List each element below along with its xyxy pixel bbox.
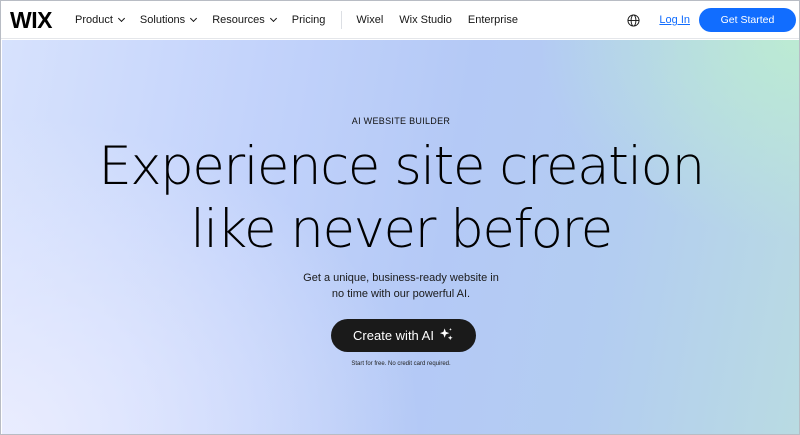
nav-item-wix-studio[interactable]: Wix Studio: [399, 14, 452, 26]
nav-item-label: Wixel: [356, 14, 384, 26]
nav-item-wixel[interactable]: Wixel: [356, 14, 383, 26]
nav-item-label: Product: [75, 14, 113, 26]
hero-subtitle: Get a unique, business-ready website in …: [2, 270, 799, 302]
wix-logo[interactable]: WIX: [10, 7, 52, 34]
headline-line-1: Experience site creation: [98, 136, 705, 197]
nav-item-label: Pricing: [291, 14, 326, 26]
nav-item-resources[interactable]: Resources: [212, 14, 277, 26]
hero-section: AI WEBSITE BUILDER Experience site creat…: [2, 40, 799, 434]
nav-item-label: Wix Studio: [399, 14, 452, 26]
subtitle-line-1: Get a unique, business-ready website in: [303, 272, 499, 284]
nav-actions: Log In Get Started: [627, 1, 796, 39]
nav-item-label: Resources: [212, 14, 265, 26]
create-with-ai-label: Create with AI: [353, 328, 434, 343]
nav-item-solutions[interactable]: Solutions: [139, 14, 198, 26]
chevron-down-icon: [117, 14, 125, 23]
headline-line-2: like never before: [190, 199, 613, 260]
create-with-ai-button[interactable]: Create with AI: [331, 319, 476, 352]
free-start-note: Start for free. No credit card required.: [351, 361, 451, 367]
nav-item-label: Solutions: [139, 14, 186, 26]
hero-eyebrow: AI WEBSITE BUILDER: [351, 116, 451, 126]
sparkle-icon: [439, 327, 454, 345]
get-started-button[interactable]: Get Started: [699, 8, 796, 32]
chevron-down-icon: [190, 14, 198, 23]
chevron-down-icon: [269, 14, 277, 23]
nav-item-product[interactable]: Product: [75, 14, 125, 26]
hero-headline: Experience site creation like never befo…: [2, 135, 799, 261]
nav-item-pricing[interactable]: Pricing: [292, 14, 326, 26]
globe-icon[interactable]: [627, 13, 640, 27]
subtitle-line-2: no time with our powerful AI.: [331, 288, 471, 300]
login-link[interactable]: Log In: [659, 14, 690, 26]
nav-item-enterprise[interactable]: Enterprise: [468, 14, 518, 26]
nav-divider: [341, 11, 343, 29]
primary-nav: Product Solutions Resources Pricing Wixe…: [75, 1, 534, 39]
browser-viewport: WIX Product Solutions Resources Pricing …: [0, 0, 800, 435]
top-navigation: WIX Product Solutions Resources Pricing …: [1, 1, 799, 39]
nav-item-label: Enterprise: [467, 14, 518, 26]
